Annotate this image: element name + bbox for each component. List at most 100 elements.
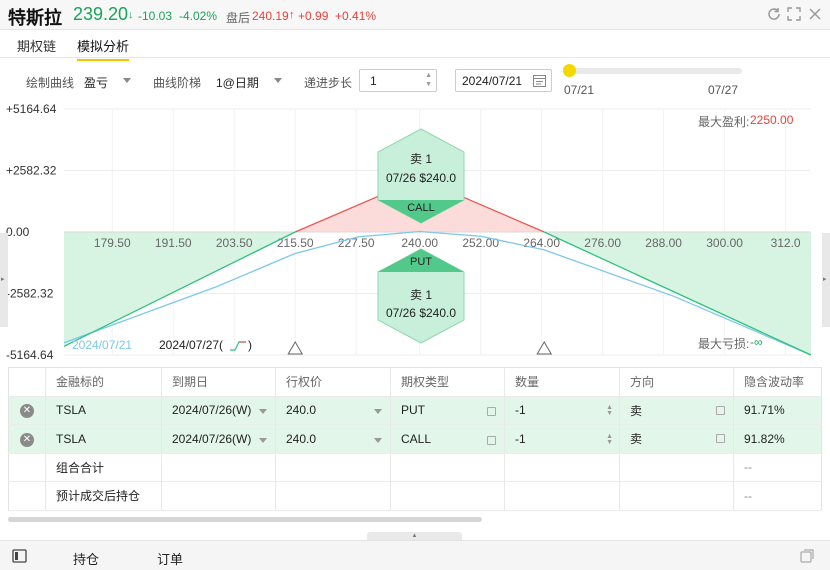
toggle-icon[interactable] <box>716 434 725 444</box>
call-leg-marker[interactable]: 卖 1 07/26 $240.0 CALL <box>377 128 465 224</box>
legend-item-expiry: 2024/07/27( <box>159 338 224 352</box>
iv-cell: 91.82% <box>733 424 822 454</box>
type-value: CALL <box>401 431 432 446</box>
toggle-icon[interactable] <box>487 435 496 445</box>
qty-stepper[interactable]: -1 ▲ ▼ <box>504 396 620 425</box>
x-tick-label: 227.50 <box>338 236 375 250</box>
strike-value: 240.0 <box>286 403 317 418</box>
y-tick-label: +5164.64 <box>6 102 57 116</box>
strike-select[interactable]: 240.0 <box>275 424 391 454</box>
empty-cell <box>390 453 505 482</box>
right-arrow-icon[interactable]: ▸ <box>823 275 827 283</box>
empty-cell <box>275 453 391 482</box>
expiry-select[interactable]: 2024/07/26(W) <box>161 424 276 454</box>
chevron-down-icon[interactable] <box>123 78 131 83</box>
empty-cell <box>504 481 620 511</box>
pnl-chart: +5164.64 +2582.32 0.00 -2582.32 -5164.64 179.… <box>0 100 830 367</box>
put-side-label: 卖 1 <box>409 288 432 302</box>
curve-label: 绘制曲线 <box>26 76 75 90</box>
legend-item-expiry-close: ) <box>248 338 252 352</box>
breakeven-marker <box>287 341 304 355</box>
quote-header: 特斯拉 239.20 ↓ -10.03 -4.02% 盘后 240.19 ↑ +… <box>0 0 830 30</box>
direction-value: 卖 <box>630 432 643 447</box>
summary-label: 组合合计 <box>45 453 162 482</box>
table-header-cell: 数量 <box>504 367 620 397</box>
qty-value: -1 <box>515 403 526 418</box>
date-value: 2024/07/21 <box>462 74 523 88</box>
call-detail-label: 07/26 $240.0 <box>385 171 457 185</box>
empty-cell <box>8 453 46 482</box>
curve-select[interactable]: 盈亏 <box>84 74 108 91</box>
empty-cell <box>161 481 276 511</box>
up-arrow-icon: ↑ <box>289 9 295 21</box>
orders-tab[interactable]: 订单 <box>157 549 183 568</box>
y-tick-label: -2582.32 <box>6 287 54 301</box>
x-tick-label: 179.50 <box>94 236 131 250</box>
empty-cell <box>619 453 734 482</box>
toggle-icon[interactable] <box>487 407 496 417</box>
remove-icon[interactable]: ✕ <box>20 404 34 419</box>
strike-select[interactable]: 240.0 <box>275 396 391 425</box>
qty-stepper[interactable]: -1 ▲ ▼ <box>504 424 620 454</box>
legend-item-current: 2024/07/21 <box>72 338 133 352</box>
max-loss-label: 最大亏损: <box>698 337 750 351</box>
refresh-icon[interactable] <box>766 6 782 22</box>
table-header-cell: 方向 <box>619 367 734 397</box>
collapse-handle[interactable]: ▲ <box>367 532 462 540</box>
call-tag-label: CALL <box>407 202 435 214</box>
date-slider-thumb[interactable] <box>563 64 576 77</box>
close-icon[interactable] <box>807 6 823 22</box>
legs-table: 金融标的 到期日 行权价 期权类型 数量 方向 隐含波动率 ✕ TSLA 202… <box>8 367 822 511</box>
popout-icon[interactable] <box>800 549 815 563</box>
tab-simulation[interactable]: 模拟分析 <box>77 36 130 61</box>
y-tick-label: -5164.64 <box>6 348 54 362</box>
chevron-down-icon[interactable] <box>274 78 282 83</box>
type-toggle[interactable]: PUT <box>390 396 505 425</box>
direction-value: 卖 <box>630 403 643 418</box>
remove-leg-cell: ✕ <box>8 396 46 425</box>
direction-toggle[interactable]: 卖 <box>619 396 734 425</box>
symbol-cell: TSLA <box>45 424 162 454</box>
qty-value: -1 <box>515 431 526 446</box>
date-slider-track[interactable] <box>566 68 742 74</box>
tab-bar: 期权链 模拟分析 <box>0 30 830 61</box>
step-input[interactable]: 1 ▲ ▼ <box>359 69 437 92</box>
remove-icon[interactable]: ✕ <box>20 432 34 447</box>
max-profit-label: 最大盈利: <box>698 115 750 129</box>
ladder-select[interactable]: 1@日期 <box>216 74 259 91</box>
calendar-icon[interactable] <box>532 73 547 88</box>
direction-toggle[interactable]: 卖 <box>619 424 734 454</box>
summary-label: 预计成交后持仓 <box>45 481 162 511</box>
put-leg-marker[interactable]: PUT 卖 1 07/26 $240.0 <box>377 248 465 344</box>
chevron-down-icon[interactable] <box>374 409 382 415</box>
x-tick-label: 312.0 <box>771 236 801 250</box>
panel-toggle-icon[interactable] <box>12 549 27 563</box>
stepper-arrows-icon[interactable]: ▲ ▼ <box>606 404 613 417</box>
remove-leg-cell: ✕ <box>8 424 46 454</box>
price-change-pct: -4.02% <box>179 9 218 23</box>
step-value: 1 <box>370 74 377 88</box>
expand-icon[interactable] <box>786 6 802 22</box>
expiry-select[interactable]: 2024/07/26(W) <box>161 396 276 425</box>
chevron-down-icon[interactable] <box>374 437 382 443</box>
stepper-arrows-icon[interactable]: ▲ ▼ <box>425 71 432 89</box>
tab-option-chain[interactable]: 期权链 <box>17 36 56 55</box>
stepper-arrows-icon[interactable]: ▲ ▼ <box>606 433 613 446</box>
step-label: 递进步长 <box>304 76 353 90</box>
summary-row: 组合合计 -- <box>8 453 822 482</box>
chevron-down-icon[interactable] <box>259 437 267 443</box>
slider-start-label: 07/21 <box>564 83 595 97</box>
chevron-down-icon[interactable] <box>259 409 267 415</box>
horizontal-scrollbar[interactable] <box>8 517 482 522</box>
table-header-row: 金融标的 到期日 行权价 期权类型 数量 方向 隐含波动率 <box>8 367 822 397</box>
toggle-icon[interactable] <box>716 405 725 415</box>
left-arrow-icon[interactable]: ▸ <box>1 275 5 283</box>
empty-cell <box>504 453 620 482</box>
type-toggle[interactable]: CALL <box>390 424 505 454</box>
table-header-cell: 行权价 <box>275 367 391 397</box>
date-picker[interactable]: 2024/07/21 <box>455 69 552 92</box>
expiry-value: 2024/07/26(W) <box>172 431 252 446</box>
summary-iv: -- <box>733 481 822 511</box>
strike-value: 240.0 <box>286 431 317 446</box>
positions-tab[interactable]: 持仓 <box>73 549 99 568</box>
